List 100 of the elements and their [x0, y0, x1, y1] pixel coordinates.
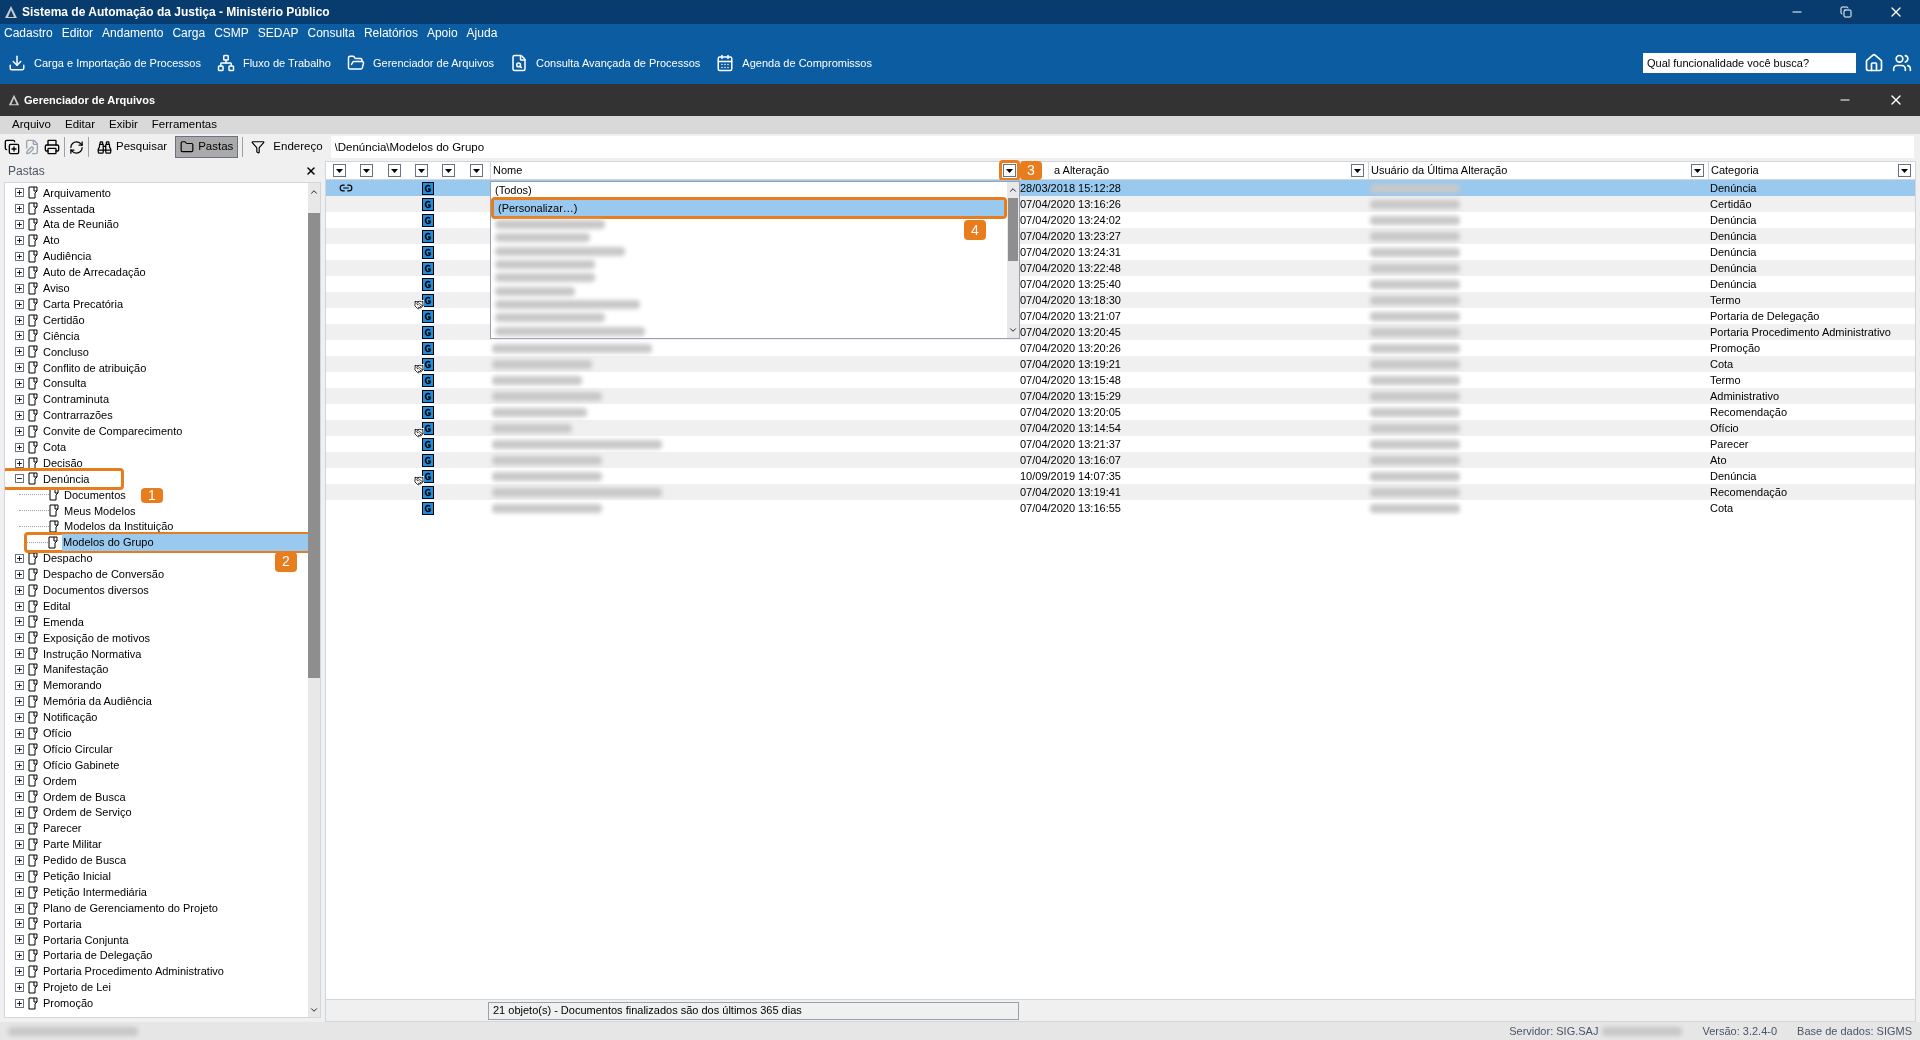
- tree-item[interactable]: Edital: [42, 597, 72, 615]
- column-header[interactable]: Usuário da Última Alteração: [1368, 162, 1708, 179]
- toolbar-button[interactable]: Agenda de Compromissos: [716, 54, 872, 72]
- expand-icon[interactable]: [15, 808, 24, 818]
- column-header[interactable]: a Alteração: [1042, 162, 1368, 179]
- table-row[interactable]: 07/04/2020 13:15:29 Administrativo: [326, 388, 1915, 404]
- tree-item[interactable]: Portaria de Delegação: [42, 947, 154, 964]
- menu-item[interactable]: Cadastro: [4, 24, 53, 42]
- tree-item[interactable]: Memorando: [42, 677, 103, 694]
- menu-item[interactable]: SEDAP: [257, 24, 299, 42]
- scroll-down-icon[interactable]: [1008, 325, 1018, 335]
- tree-item[interactable]: Ofício Circular: [42, 740, 114, 758]
- toolbar-button[interactable]: Pesquisar: [93, 136, 172, 158]
- tree-item[interactable]: Contraminuta: [42, 391, 111, 408]
- expand-icon[interactable]: [15, 299, 24, 309]
- menu-item[interactable]: Apoio: [426, 24, 458, 42]
- expand-icon[interactable]: [15, 935, 24, 945]
- expand-icon[interactable]: [15, 839, 24, 849]
- expand-icon[interactable]: [15, 204, 24, 214]
- toolbar-button[interactable]: Fluxo de Trabalho: [216, 54, 331, 72]
- expand-icon[interactable]: [15, 967, 24, 977]
- tree-item[interactable]: Ordem de Serviço: [42, 804, 133, 821]
- tree-item[interactable]: Arquivamento: [42, 184, 112, 202]
- tree-item[interactable]: Ordem de Busca: [42, 788, 127, 806]
- column-header[interactable]: Categoria: [1708, 162, 1915, 179]
- expand-icon[interactable]: [15, 633, 24, 643]
- menu-item[interactable]: Editor: [61, 24, 94, 42]
- expand-icon[interactable]: [15, 283, 24, 293]
- toolbar-button[interactable]: Carga e Importação de Processos: [8, 54, 201, 72]
- tree-item[interactable]: Ato: [42, 232, 61, 249]
- table-row[interactable]: 07/04/2020 13:19:41 Recomendação: [326, 484, 1915, 500]
- tree-item[interactable]: Ofício: [42, 725, 73, 742]
- tree-item[interactable]: Portaria Conjunta: [42, 931, 130, 949]
- expand-icon[interactable]: [15, 252, 24, 261]
- tree-item[interactable]: Parte Militar: [42, 836, 103, 853]
- tree-item[interactable]: Projeto de Lei: [42, 979, 112, 996]
- expand-icon[interactable]: [15, 267, 24, 277]
- tree-item[interactable]: Manifestação: [42, 661, 110, 678]
- refresh-icon[interactable]: [69, 139, 84, 155]
- expand-icon[interactable]: [15, 744, 24, 754]
- tree-item[interactable]: Notificação: [42, 709, 99, 726]
- menu-item[interactable]: Relatórios: [363, 24, 418, 42]
- tree-item[interactable]: Carta Precatória: [42, 295, 125, 313]
- scroll-up-icon[interactable]: [1008, 185, 1018, 195]
- dropdown-option[interactable]: (Personalizar…): [494, 200, 1004, 216]
- new-document-icon[interactable]: [4, 139, 20, 155]
- expand-icon[interactable]: [15, 220, 24, 230]
- expand-icon[interactable]: [15, 458, 24, 468]
- tree-item[interactable]: Parecer: [42, 820, 83, 837]
- expand-icon[interactable]: [15, 665, 24, 675]
- tree-item[interactable]: Aviso: [42, 280, 71, 297]
- expand-icon[interactable]: [15, 553, 24, 563]
- scroll-down-icon[interactable]: [309, 1005, 319, 1015]
- menu-item[interactable]: Arquivo: [12, 116, 51, 134]
- menu-item[interactable]: Ferramentas: [151, 116, 217, 134]
- menu-item[interactable]: Consulta: [307, 24, 355, 42]
- expand-icon[interactable]: [15, 951, 24, 961]
- expand-icon[interactable]: [15, 855, 24, 865]
- tree-item[interactable]: Documentos: [63, 486, 127, 504]
- expand-icon[interactable]: [15, 315, 24, 325]
- tree-item[interactable]: Contrarrazões: [42, 407, 114, 424]
- expand-icon[interactable]: [15, 760, 24, 770]
- restore-icon[interactable]: [1840, 6, 1852, 18]
- menu-item[interactable]: CSMP: [214, 24, 249, 42]
- expand-icon[interactable]: [15, 903, 24, 913]
- tree-item[interactable]: Concluso: [42, 343, 90, 361]
- tree-item[interactable]: Convite de Comparecimento: [42, 423, 184, 440]
- expand-icon[interactable]: [15, 824, 24, 834]
- home-icon[interactable]: [1864, 53, 1884, 73]
- collapse-icon[interactable]: [15, 474, 24, 484]
- tree-item[interactable]: Ofício Gabinete: [42, 756, 121, 774]
- tree-item[interactable]: Portaria Procedimento Administrativo: [42, 963, 225, 980]
- expand-icon[interactable]: [15, 585, 24, 595]
- expand-icon[interactable]: [15, 426, 24, 436]
- table-row[interactable]: 07/04/2020 13:14:54 Ofício: [326, 420, 1915, 436]
- toolbar-button[interactable]: Consulta Avançada de Processos: [510, 54, 701, 72]
- tree-item[interactable]: Modelos da Instituição: [63, 518, 175, 535]
- menu-item[interactable]: Carga: [172, 24, 206, 42]
- expand-icon[interactable]: [15, 712, 24, 722]
- expand-icon[interactable]: [15, 347, 24, 357]
- toolbar-button[interactable]: Gerenciador de Arquivos: [347, 54, 495, 72]
- expand-icon[interactable]: [15, 792, 24, 802]
- tree-item[interactable]: Decisão: [42, 454, 84, 472]
- tree-item[interactable]: Ordem: [42, 772, 78, 790]
- tree-item[interactable]: Certidão: [42, 311, 86, 329]
- menu-item[interactable]: Ajuda: [466, 24, 498, 42]
- tree-item[interactable]: Exposição de motivos: [42, 629, 151, 647]
- tree-item[interactable]: Assentada: [42, 200, 96, 218]
- tree-item[interactable]: Modelos do Grupo: [62, 534, 308, 551]
- tree-item[interactable]: Despacho de Conversão: [42, 566, 166, 583]
- expand-icon[interactable]: [15, 887, 24, 897]
- expand-icon[interactable]: [15, 331, 24, 341]
- expand-icon[interactable]: [15, 188, 24, 198]
- table-row[interactable]: 07/04/2020 13:16:07 Ato: [326, 452, 1915, 468]
- expand-icon[interactable]: [15, 681, 24, 691]
- tree-item[interactable]: Ciência: [42, 327, 81, 345]
- expand-icon[interactable]: [15, 919, 24, 929]
- expand-icon[interactable]: [15, 617, 24, 627]
- menu-item[interactable]: Editar: [65, 116, 96, 134]
- expand-icon[interactable]: [15, 601, 24, 611]
